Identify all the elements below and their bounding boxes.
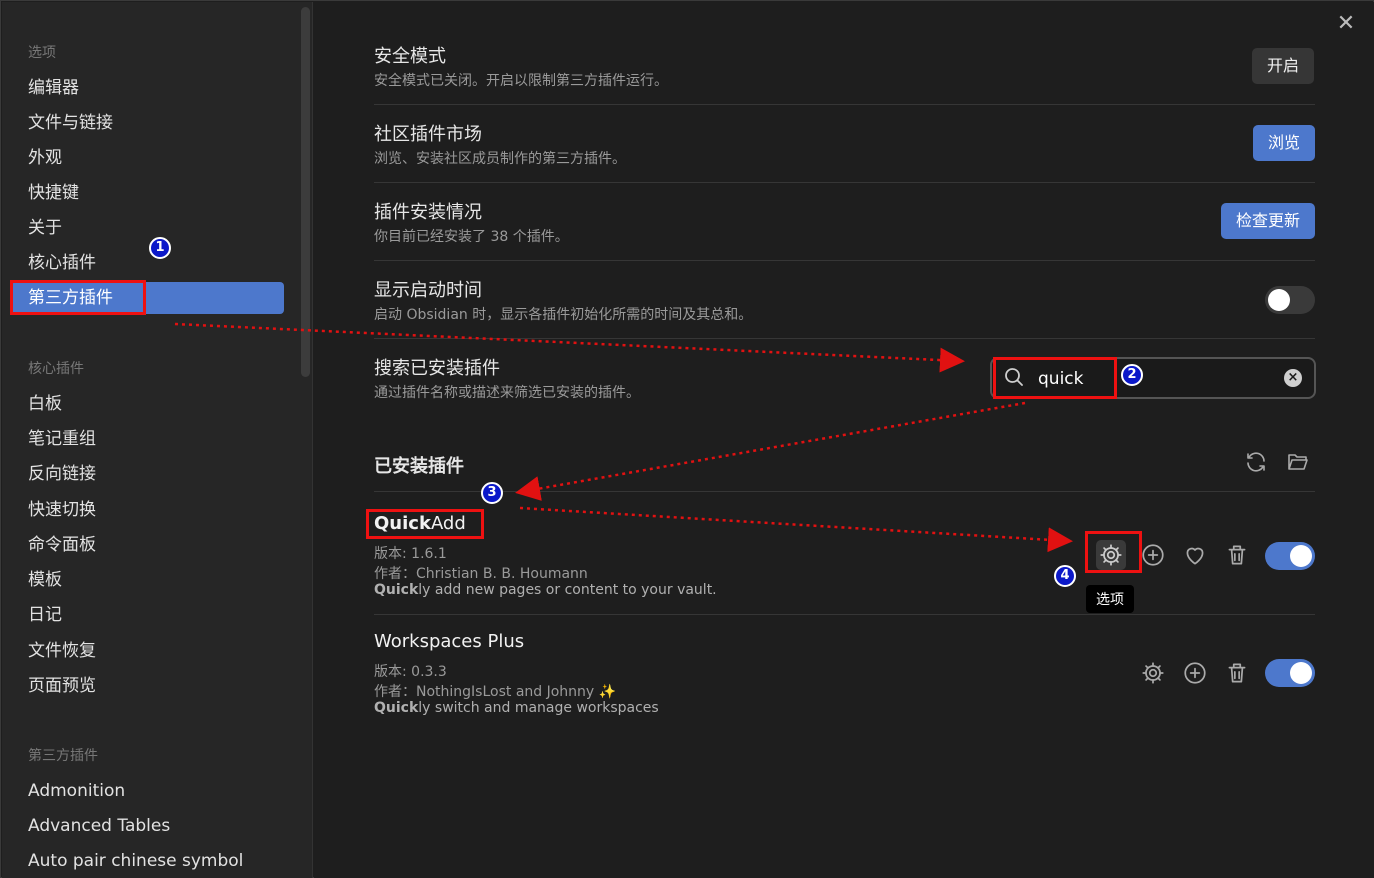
plugin-name: Workspaces Plus (374, 631, 525, 652)
gear-icon[interactable] (1140, 660, 1166, 686)
sidebar-item-appearance[interactable]: 外观 (12, 142, 284, 174)
close-icon[interactable]: ✕ (1334, 12, 1358, 36)
trash-icon[interactable] (1224, 542, 1250, 568)
toggle-knob (1290, 662, 1312, 684)
heart-icon[interactable] (1182, 542, 1208, 568)
sidebar-item-note-composer[interactable]: 笔记重组 (12, 423, 284, 455)
options-tooltip: 选项 (1086, 585, 1134, 613)
plugin-version: 版本: 1.6.1 (374, 546, 447, 562)
sidebar-item-about[interactable]: 关于 (12, 212, 284, 244)
annotation-number: 1 (149, 237, 171, 259)
open-folder-icon[interactable] (1286, 450, 1310, 474)
setting-name: 显示启动时间 (374, 280, 482, 301)
check-updates-button[interactable]: 检查更新 (1221, 203, 1316, 239)
sidebar-item-hotkeys[interactable]: 快捷键 (12, 177, 284, 209)
sidebar-item-templates[interactable]: 模板 (12, 564, 284, 596)
plugin-author: 作者：Christian B. B. Houmann (374, 566, 588, 582)
setting-name: 插件安装情况 (374, 202, 482, 223)
setting-install-status: 插件安装情况 你目前已经安装了 38 个插件。 (374, 198, 1315, 261)
settings-content: ✕ 安全模式 安全模式已关闭。开启以限制第三方插件运行。 开启 社区插件市场 浏… (314, 2, 1374, 878)
add-hotkey-icon[interactable] (1140, 542, 1166, 568)
sidebar-item-core-plugins[interactable]: 核心插件 (12, 247, 284, 279)
sidebar-item-quick-switcher[interactable]: 快速切换 (12, 494, 284, 526)
sidebar-scrollbar[interactable] (301, 7, 310, 377)
clear-search-icon[interactable]: × (1284, 369, 1302, 387)
sidebar-item-auto-pair[interactable]: Auto pair chinese symbol (12, 845, 284, 877)
plugin-version: 版本: 0.3.3 (374, 664, 447, 680)
setting-desc: 通过插件名称或描述来筛选已安装的插件。 (374, 385, 640, 401)
sidebar-item-file-recovery[interactable]: 文件恢复 (12, 635, 284, 667)
sidebar-item-daily-notes[interactable]: 日记 (12, 599, 284, 631)
add-hotkey-icon[interactable] (1182, 660, 1208, 686)
annotation-number: 2 (1121, 364, 1143, 386)
sidebar-section-options: 选项 (28, 45, 56, 61)
trash-icon[interactable] (1224, 660, 1250, 686)
browse-button[interactable]: 浏览 (1253, 125, 1316, 161)
annotation-number: 4 (1054, 565, 1076, 587)
sidebar-item-backlinks[interactable]: 反向链接 (12, 458, 284, 490)
setting-name: 搜索已安装插件 (374, 358, 500, 379)
toggle-knob (1268, 289, 1290, 311)
setting-name: 社区插件市场 (374, 124, 482, 145)
plugin-item-quickadd: QuickAdd 版本: 1.6.1 作者：Christian B. B. Ho… (374, 513, 1315, 615)
plugin-author: 作者：NothingIsLost and Johnny ✨ (374, 684, 617, 700)
settings-window: 选项 编辑器 文件与链接 外观 快捷键 关于 核心插件 第三方插件 核心插件 白… (0, 0, 1374, 878)
setting-startup-time: 显示启动时间 启动 Obsidian 时，显示各插件初始化所需的时间及其总和。 (374, 276, 1315, 339)
setting-desc: 浏览、安装社区成员制作的第三方插件。 (374, 151, 626, 167)
sidebar-section-core: 核心插件 (28, 361, 84, 377)
sidebar-item-command-palette[interactable]: 命令面板 (12, 529, 284, 561)
installed-plugins-title: 已安装插件 (374, 456, 464, 477)
annotation-box-gear (1085, 531, 1142, 573)
setting-community-market: 社区插件市场 浏览、安装社区成员制作的第三方插件。 (374, 120, 1315, 183)
setting-desc: 安全模式已关闭。开启以限制第三方插件运行。 (374, 73, 668, 89)
plugin-enable-toggle[interactable] (1265, 542, 1315, 570)
startup-time-toggle[interactable] (1265, 286, 1315, 314)
sidebar-item-admonition[interactable]: Admonition (12, 775, 284, 807)
setting-safe-mode: 安全模式 安全模式已关闭。开启以限制第三方插件运行。 (374, 42, 1315, 105)
sidebar-section-community: 第三方插件 (28, 748, 98, 764)
plugin-desc: Quickly add new pages or content to your… (374, 582, 717, 598)
plugin-desc: Quickly switch and manage workspaces (374, 700, 659, 716)
sidebar-item-files-links[interactable]: 文件与链接 (12, 107, 284, 139)
annotation-box-search (993, 357, 1117, 399)
safe-mode-button[interactable]: 开启 (1252, 48, 1315, 84)
plugin-enable-toggle[interactable] (1265, 659, 1315, 687)
setting-desc: 你目前已经安装了 38 个插件。 (374, 229, 569, 245)
toggle-knob (1290, 545, 1312, 567)
setting-desc: 启动 Obsidian 时，显示各插件初始化所需的时间及其总和。 (374, 307, 753, 323)
annotation-box-sidebar (10, 280, 146, 315)
annotation-box-plugin-name (366, 509, 484, 539)
reload-icon[interactable] (1244, 450, 1268, 474)
plugin-item-workspaces-plus: Workspaces Plus 版本: 0.3.3 作者：NothingIsLo… (374, 631, 1315, 721)
setting-name: 安全模式 (374, 46, 446, 67)
sidebar-item-canvas[interactable]: 白板 (12, 388, 284, 420)
sidebar-item-advanced-tables[interactable]: Advanced Tables (12, 810, 284, 842)
sidebar-item-page-preview[interactable]: 页面预览 (12, 670, 284, 702)
installed-plugins-header: 已安装插件 (374, 448, 1315, 492)
settings-sidebar: 选项 编辑器 文件与链接 外观 快捷键 关于 核心插件 第三方插件 核心插件 白… (2, 2, 313, 878)
sidebar-item-editor[interactable]: 编辑器 (12, 72, 284, 104)
annotation-number: 3 (481, 482, 503, 504)
